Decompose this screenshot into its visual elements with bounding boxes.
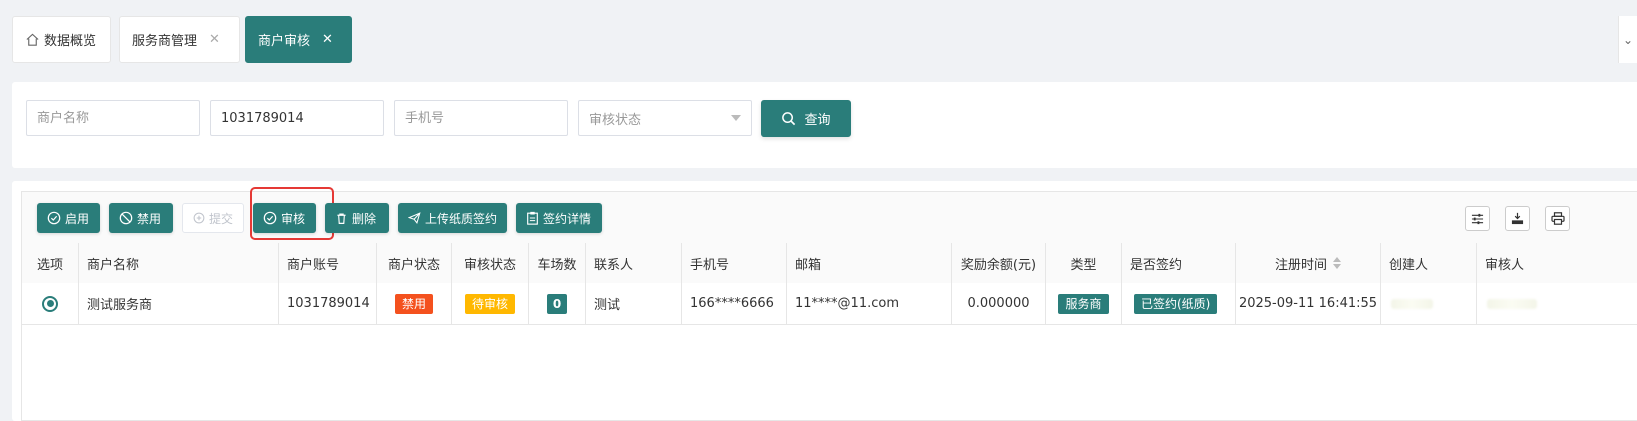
reviewer-cell: ‌ (1477, 283, 1637, 324)
col-header: 是否签约 (1122, 243, 1236, 283)
col-header: 车场数 (529, 243, 586, 283)
ban-icon (119, 211, 133, 225)
balance-cell: 0.000000 (952, 283, 1046, 324)
select-placeholder: 审核状态 (589, 112, 642, 128)
col-header: 商户名称 (79, 243, 279, 283)
merchant-name-input[interactable] (26, 100, 200, 136)
tab-bar: 数据概览 服务商管理 ✕ 商户审核 ✕ ⌄ (0, 0, 1637, 70)
row-select-radio[interactable] (22, 283, 79, 324)
col-header: 手机号 (682, 243, 787, 283)
radio-checked-icon[interactable] (42, 295, 58, 312)
col-header: 邮箱 (787, 243, 952, 283)
caret-down-icon (731, 115, 741, 121)
merchant-name-cell: 测试服务商 (79, 283, 279, 324)
disable-button[interactable]: 禁用 (109, 203, 173, 233)
status-badge: 待审核 (464, 293, 515, 314)
tab-label: 数据概览 (44, 34, 97, 49)
search-panel: 审核状态 查询 (12, 82, 1637, 168)
signed-badge: 已签约(纸质) (1134, 293, 1218, 314)
upload-paper-contract-button[interactable]: 上传纸质签约 (398, 203, 507, 233)
check-circle-icon (47, 211, 61, 225)
sign-detail-button[interactable]: 签约详情 (516, 203, 602, 233)
signed-cell: 已签约(纸质) (1122, 283, 1236, 324)
col-header: 奖励余额(元) (952, 243, 1046, 283)
type-cell: 服务商 (1046, 283, 1122, 324)
close-icon[interactable]: ✕ (209, 32, 220, 47)
table-toolbar: 启用 禁用 提交 审核 删除 上传纸质签约 签约详情 (22, 187, 1637, 244)
parking-count-cell: 0 (529, 283, 586, 324)
print-icon[interactable] (1545, 206, 1570, 231)
merchant-account-input[interactable] (210, 100, 384, 136)
col-header: 联系人 (586, 243, 682, 283)
col-header: 审核人 (1485, 257, 1525, 273)
export-icon[interactable] (1505, 206, 1530, 231)
send-icon (408, 212, 421, 225)
col-header: 类型 (1046, 243, 1122, 283)
type-badge: 服务商 (1058, 293, 1109, 314)
tab-data-overview[interactable]: 数据概览 (12, 16, 111, 63)
table-panel: 启用 禁用 提交 审核 删除 上传纸质签约 签约详情 选项 商户名称 商户账号 … (12, 181, 1637, 421)
submit-button[interactable]: 提交 (182, 203, 244, 233)
table-row[interactable]: 测试服务商 1031789014 禁用 待审核 0 测试 166****6666… (22, 283, 1637, 325)
merchant-status-cell: 禁用 (377, 283, 452, 324)
col-header: 选项 (22, 243, 79, 283)
reg-time-cell: 2025-09-11 16:41:55 (1236, 283, 1381, 324)
data-table: 启用 禁用 提交 审核 删除 上传纸质签约 签约详情 选项 商户名称 商户账号 … (21, 187, 1637, 421)
filter-columns-icon[interactable] (1465, 206, 1490, 231)
merchant-account-cell: 1031789014 (279, 283, 377, 324)
trash-icon (337, 212, 346, 224)
search-icon (782, 112, 796, 126)
tab-merchant-review[interactable]: 商户审核 ✕ (245, 16, 352, 63)
table-header: 选项 商户名称 商户账号 商户状态 审核状态 车场数 联系人 手机号 邮箱 奖励… (22, 243, 1637, 284)
redacted-text (1391, 298, 1433, 309)
clipboard-icon (527, 211, 538, 225)
phone-cell: 166****6666 (682, 283, 787, 324)
creator-cell: ‌ (1381, 283, 1477, 324)
query-button[interactable]: 查询 (761, 100, 851, 137)
home-icon (25, 32, 40, 47)
status-badge: 禁用 (394, 293, 433, 314)
sort-icon[interactable] (1333, 257, 1341, 269)
review-status-select[interactable]: 审核状态 (578, 100, 752, 136)
col-header: 商户账号 (279, 243, 377, 283)
phone-input[interactable] (394, 100, 568, 136)
redacted-text (1487, 298, 1537, 309)
close-icon[interactable]: ✕ (322, 32, 333, 47)
tab-label: 服务商管理 (132, 34, 198, 49)
tab-label: 商户审核 (258, 34, 311, 49)
contact-cell: 测试 (586, 283, 682, 324)
email-cell: 11****@11.com (787, 283, 952, 324)
col-header: 审核状态 (452, 243, 529, 283)
col-header: 商户状态 (377, 243, 452, 283)
col-header: 创建人 (1381, 243, 1477, 283)
count-badge: 0 (546, 293, 568, 314)
highlight-box (250, 187, 334, 240)
enable-button[interactable]: 启用 (37, 203, 100, 233)
plus-circle-icon (193, 212, 205, 224)
tab-service-provider-mgmt[interactable]: 服务商管理 ✕ (119, 16, 240, 63)
review-status-cell: 待审核 (452, 283, 529, 324)
col-header-sortable[interactable]: 注册时间 (1236, 243, 1381, 283)
chevron-down-icon[interactable]: ⌄ (1618, 16, 1637, 63)
delete-button[interactable]: 删除 (325, 203, 389, 233)
